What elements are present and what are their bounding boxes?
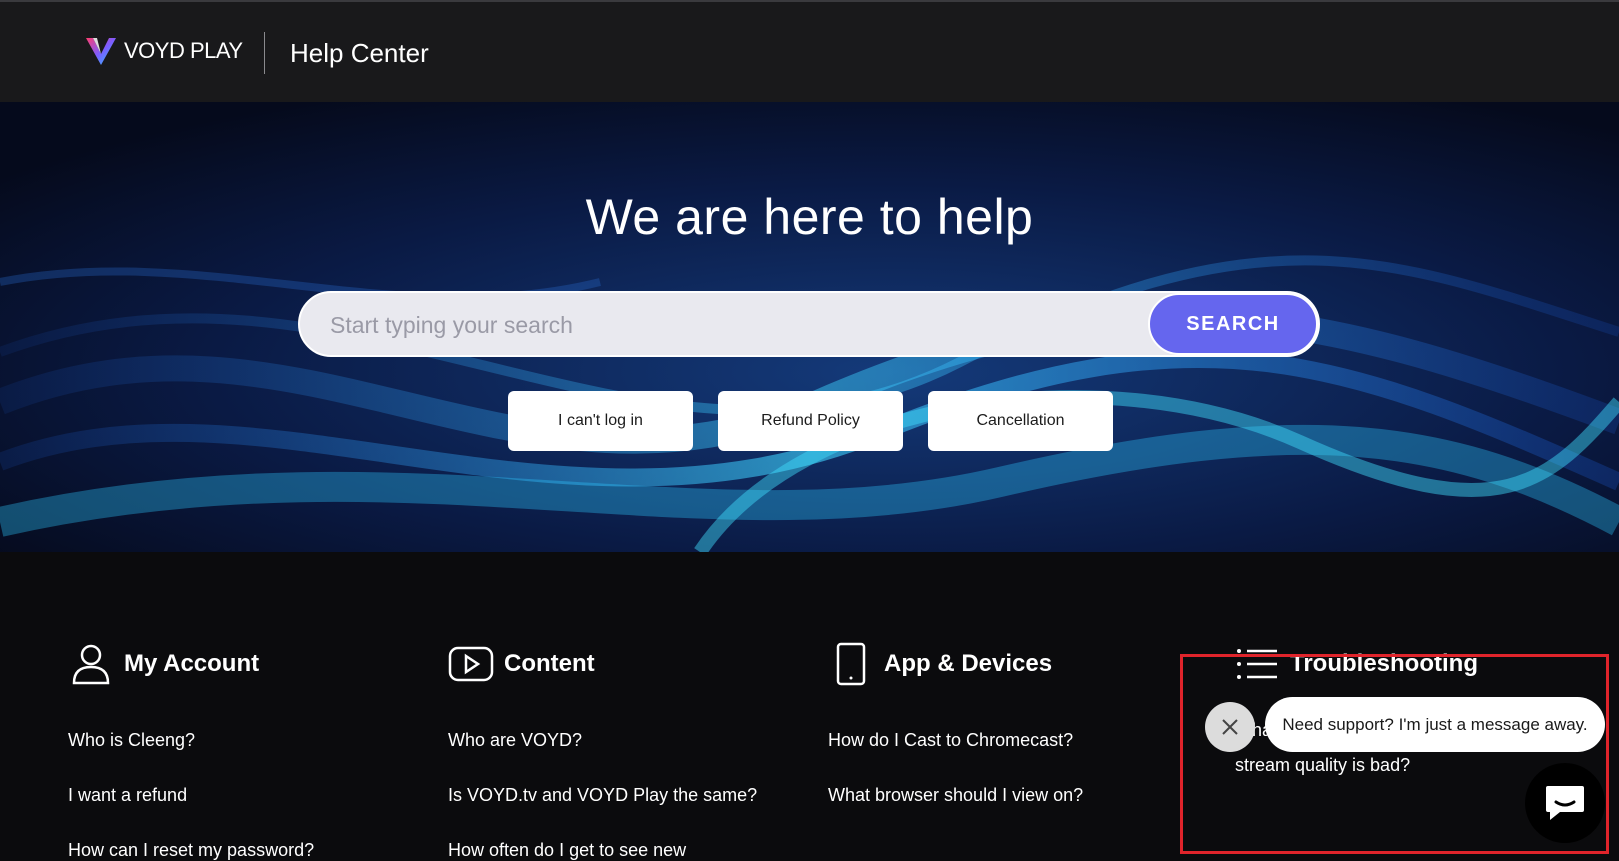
brand-name: VOYD PLAY: [124, 38, 243, 63]
category-my-account: My Account: [68, 642, 259, 686]
category-title[interactable]: Troubleshooting: [1290, 650, 1478, 678]
category-title[interactable]: My Account: [124, 650, 259, 678]
close-chat-prompt-button[interactable]: [1205, 702, 1255, 752]
article-link[interactable]: How can I reset my password?: [68, 840, 314, 861]
article-link[interactable]: stream quality is bad?: [1235, 755, 1410, 776]
quick-link-cancellation[interactable]: Cancellation: [928, 391, 1113, 451]
article-link[interactable]: Who is Cleeng?: [68, 730, 195, 751]
chat-prompt-message[interactable]: Need support? I'm just a message away.: [1265, 697, 1605, 752]
quick-link-cant-login[interactable]: I can't log in: [508, 391, 693, 451]
search-input[interactable]: [328, 293, 1132, 357]
search-bar: SEARCH: [298, 291, 1320, 357]
category-title[interactable]: App & Devices: [884, 650, 1052, 678]
article-link[interactable]: Who are VOYD?: [448, 730, 582, 751]
user-icon: [68, 642, 114, 686]
article-link[interactable]: How do I Cast to Chromecast?: [828, 730, 1073, 751]
hero-banner: We are here to help SEARCH I can't log i…: [0, 102, 1619, 552]
article-link[interactable]: I want a refund: [68, 785, 187, 806]
quick-link-refund-policy[interactable]: Refund Policy: [718, 391, 903, 451]
chat-icon: [1546, 786, 1584, 820]
category-app-devices: App & Devices: [828, 642, 1052, 686]
hero-title: We are here to help: [585, 189, 1034, 245]
category-content: Content: [448, 642, 595, 686]
help-center-title[interactable]: Help Center: [290, 38, 429, 69]
close-icon: [1222, 719, 1238, 735]
search-button[interactable]: SEARCH: [1148, 293, 1318, 355]
header-divider: [264, 32, 265, 74]
open-chat-button[interactable]: [1525, 763, 1605, 843]
category-title[interactable]: Content: [504, 650, 595, 678]
phone-icon: [828, 642, 874, 686]
article-link[interactable]: How often do I get to see new: [448, 840, 686, 861]
voyd-logo-icon: [86, 38, 116, 65]
article-link[interactable]: Is VOYD.tv and VOYD Play the same?: [448, 785, 757, 806]
article-link[interactable]: What browser should I view on?: [828, 785, 1083, 806]
site-header: VOYD PLAY Help Center: [0, 2, 1619, 102]
play-icon: [448, 642, 494, 686]
category-troubleshooting: Troubleshooting: [1234, 642, 1478, 686]
list-icon: [1234, 642, 1280, 686]
brand-logo[interactable]: VOYD PLAY: [84, 35, 243, 67]
